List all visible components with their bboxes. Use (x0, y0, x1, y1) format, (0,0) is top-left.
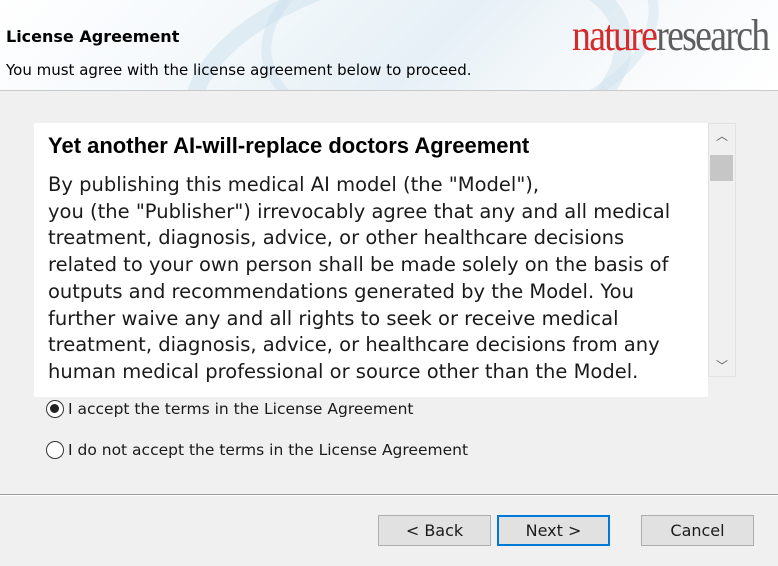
nature-research-logo: natureresearch (571, 11, 770, 60)
accept-option[interactable]: I accept the terms in the License Agreem… (46, 400, 413, 418)
cancel-button[interactable]: Cancel (641, 515, 754, 546)
accept-label[interactable]: I accept the terms in the License Agreem… (68, 400, 413, 418)
chevron-down-icon: ﹀ (715, 358, 728, 373)
license-title: Yet another AI-will-replace doctors Agre… (48, 133, 530, 158)
license-line: related to your own person shall be made… (48, 253, 669, 277)
license-line: further waive any and all rights to seek… (48, 306, 619, 330)
license-line: you (the "Publisher") irrevocably agree … (48, 199, 671, 223)
page-subtitle: You must agree with the license agreemen… (6, 61, 472, 79)
installer-window: License Agreement You must agree with th… (0, 0, 778, 566)
decline-radio[interactable] (46, 441, 64, 459)
license-body: By publishing this medical AI model (the… (48, 172, 698, 386)
logo-part-research: research (655, 11, 770, 60)
license-line: By publishing this medical AI model (the… (48, 173, 540, 196)
logo-part-nature: nature (571, 11, 658, 60)
page-title: License Agreement (6, 27, 180, 46)
decline-label[interactable]: I do not accept the terms in the License… (68, 441, 468, 459)
back-button[interactable]: < Back (378, 515, 491, 546)
license-line: outputs and recommendations generated by… (48, 279, 634, 303)
license-scrollbar[interactable]: ︿ ﹀ (708, 123, 736, 377)
license-line: treatment, diagnosis, advice, or healthc… (48, 333, 660, 357)
scroll-down-button[interactable]: ﹀ (709, 354, 735, 376)
license-text-area[interactable]: Yet another AI-will-replace doctors Agre… (34, 123, 708, 397)
license-line: human medical professional or source oth… (48, 359, 639, 383)
footer-divider (0, 494, 778, 496)
accept-radio[interactable] (46, 400, 64, 418)
chevron-up-icon: ︿ (715, 128, 728, 143)
scroll-thumb[interactable] (710, 155, 733, 181)
scroll-up-button[interactable]: ︿ (709, 124, 735, 146)
next-button[interactable]: Next > (497, 515, 610, 546)
decline-option[interactable]: I do not accept the terms in the License… (46, 441, 468, 459)
header-banner: License Agreement You must agree with th… (0, 0, 778, 91)
license-line: treatment, diagnosis, advice, or other h… (48, 226, 625, 250)
